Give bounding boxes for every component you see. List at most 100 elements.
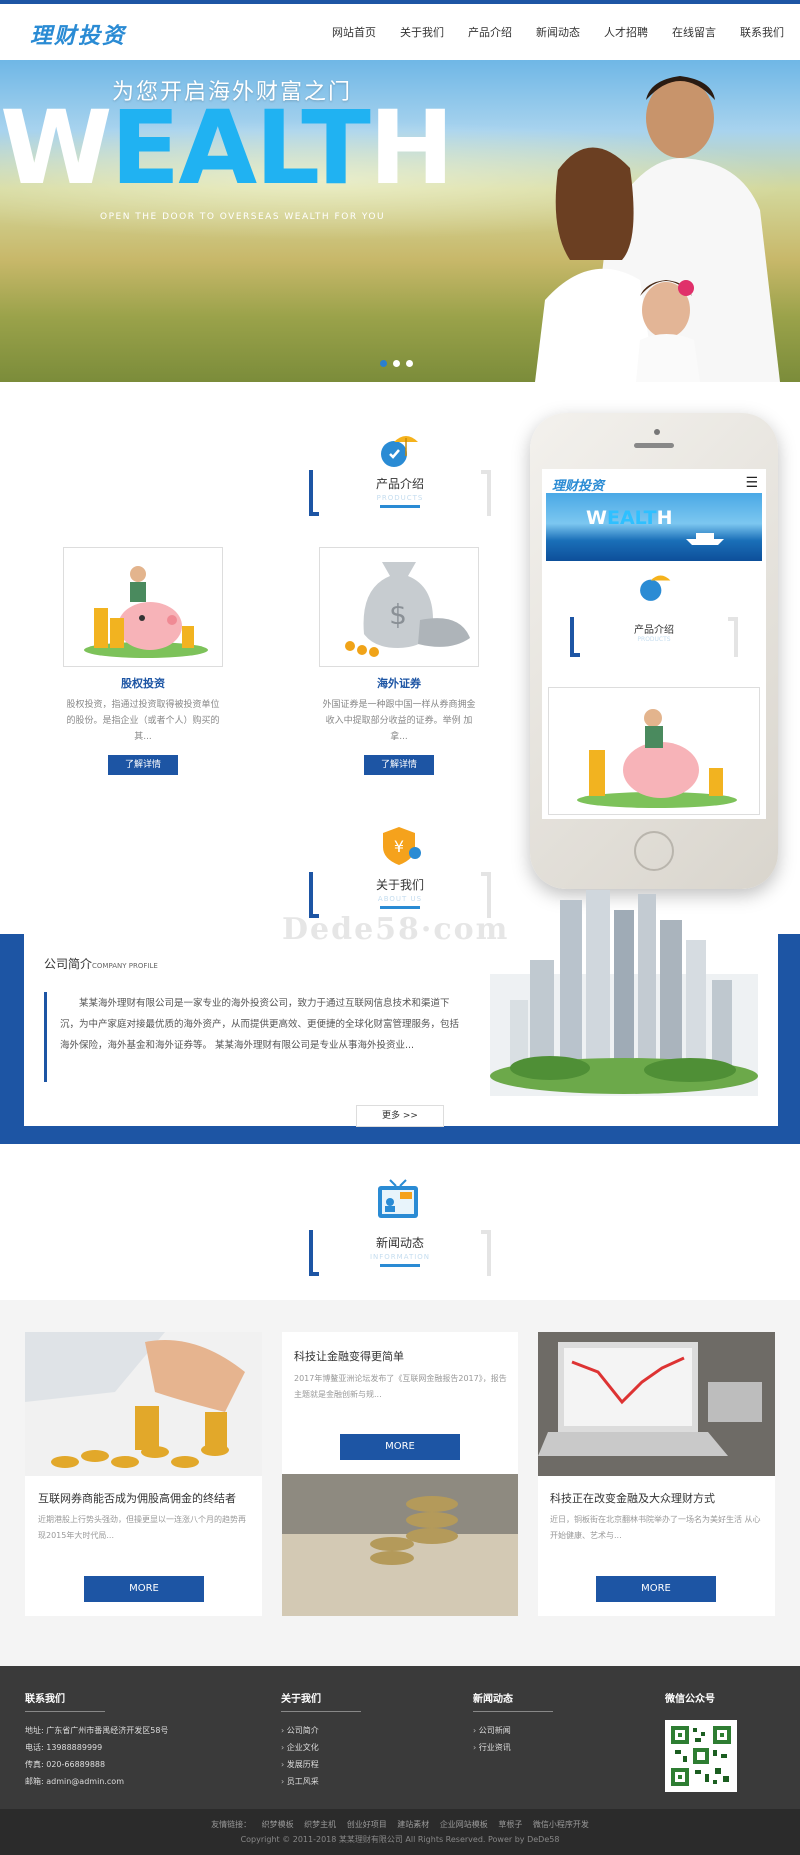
slider-dot[interactable] [380,360,387,367]
mobile-bracket-left [570,617,580,657]
learn-more-button[interactable]: 了解详情 [108,755,178,775]
mobile-section-title-text: 产品介绍 [634,625,674,636]
hero-letter-w: W [0,89,113,208]
about-heading-cn: 公司简介 [44,957,93,971]
phone-camera [654,429,660,435]
friend-link[interactable]: 织梦模板 [262,1820,294,1829]
phone-mockup: 理财投资 ☰ WEALTH 产品介绍 PRODUCTS [530,413,778,889]
footer-news-list: 公司新闻 行业资讯 [473,1722,553,1756]
site-logo[interactable]: 理财投资 [30,18,126,50]
nav-item-jobs[interactable]: 人才招聘 [604,24,648,40]
footer-news-title: 新闻动态 [473,1690,553,1712]
about-heading-en: COMPANY PROFILE [92,962,158,970]
friend-link[interactable]: 织梦主机 [304,1820,336,1829]
product-name[interactable]: 股权投资 [63,675,223,691]
news-tv-icon [378,1179,418,1218]
footer-link[interactable]: 发展历程 [281,1756,361,1773]
footer-wechat-title: 微信公众号 [665,1694,715,1705]
news-title: 新闻动态 [375,1236,424,1250]
yacht-illustration [686,533,724,545]
news-subtitle: INFORMATION [369,1253,431,1261]
hero-subtitle: OPEN THE DOOR TO OVERSEAS WEALTH FOR YOU [100,212,386,222]
contact-address: 地址: 广东省广州市番禺经济开发区58号 [25,1726,169,1735]
site-header: 理财投资 网站首页 关于我们 产品介绍 新闻动态 人才招聘 在线留言 联系我们 [0,4,800,60]
footer-link[interactable]: 企业文化 [281,1739,361,1756]
svg-text:¥: ¥ [394,837,404,856]
about-subtitle: ABOUT US [377,895,423,903]
nav-item-message[interactable]: 在线留言 [672,24,716,40]
product-card: $ 海外证券 外国证券是一种跟中国一样从券商拥金收入中提取部分收益的证券。举例 … [319,547,479,775]
friend-links: 友情链接： 织梦模板 织梦主机 创业好项目 建站素材 企业网站模板 草根子 微信… [0,1819,800,1830]
nav-item-news[interactable]: 新闻动态 [536,24,580,40]
news-image-coins-money[interactable] [282,1474,518,1616]
friend-link[interactable]: 草根子 [498,1820,522,1829]
friend-link[interactable]: 创业好项目 [347,1820,387,1829]
footer-contact-title: 联系我们 [25,1690,105,1712]
news-title-text[interactable]: 科技让金融变得更简单 [294,1348,509,1364]
product-image-piggy[interactable] [63,547,223,667]
footer-link[interactable]: 公司简介 [281,1722,361,1739]
news-image-laptop-chart[interactable] [538,1332,775,1476]
footer-contact-list: 地址: 广东省广州市番禺经济开发区58号 电话: 13988889999 传真:… [25,1722,168,1790]
footer-link[interactable]: 公司新闻 [473,1722,553,1739]
phone-home-button [634,831,674,871]
friend-link[interactable]: 建站素材 [397,1820,429,1829]
mobile-section-subtitle: PRODUCTS [637,636,671,643]
main-nav: 网站首页 关于我们 产品介绍 新闻动态 人才招聘 在线留言 联系我们 [308,24,784,40]
products-section-title: 产品介绍 PRODUCTS [310,475,490,508]
mobile-banner: WEALTH [546,493,762,561]
family-photo [535,76,780,382]
wechat-qr-code [665,1720,737,1792]
slider-dot[interactable] [393,360,400,367]
title-underline [380,505,420,508]
nav-item-home[interactable]: 网站首页 [332,24,376,40]
money-bag-illustration: $ [345,562,470,657]
news-desc: 近期港股上行势头强劲，但操更显以一连涨八个月的趋势再现2015年大时代局... [38,1515,246,1540]
footer-link[interactable]: 行业资讯 [473,1739,553,1756]
footer-link[interactable]: 员工风采 [281,1773,361,1790]
city-buildings-photo [490,890,758,1096]
learn-more-button[interactable]: 了解详情 [364,755,434,775]
friend-link[interactable]: 微信小程序开发 [533,1820,589,1829]
product-image-moneybag[interactable]: $ [319,547,479,667]
news-more-button[interactable]: MORE [340,1434,460,1460]
contact-email: 邮箱: admin@admin.com [25,1777,124,1786]
mobile-logo: 理财投资 [552,479,605,494]
footer-bottom-bar [0,1809,800,1855]
footer-contact: 联系我们 地址: 广东省广州市番禺经济开发区58号 电话: 1398888999… [25,1690,168,1790]
about-title: 关于我们 [375,878,424,892]
friend-link[interactable]: 企业网站模板 [440,1820,488,1829]
footer-news: 新闻动态 公司新闻 行业资讯 [473,1690,553,1756]
hero-letters-ealt: EALT [110,89,371,208]
watermark: Dede58·com [282,912,510,947]
product-card: 股权投资 股权投资，指通过投资取得被投资单位的股份。是指企业（或者个人）购买的其… [63,547,223,775]
products-title: 产品介绍 [375,477,424,491]
copyright: Copyright © 2011-2018 某某理财有限公司 All Right… [240,1835,560,1844]
about-text: 某某海外理财有限公司是一家专业的海外投资公司，致力于通过互联网信息技术和渠道下沉… [60,998,460,1051]
news-image-coins-hand[interactable] [25,1332,262,1476]
mobile-product-image [548,687,760,815]
about-section-title: 关于我们 ABOUT US [310,876,490,909]
nav-item-contact[interactable]: 联系我们 [740,24,784,40]
about-more-button[interactable]: 更多 >> [356,1105,444,1127]
news-more-button[interactable]: MORE [84,1576,204,1602]
slider-dots [380,360,413,367]
slider-dot[interactable] [406,360,413,367]
news-title-text[interactable]: 科技正在改变金融及大众理财方式 [550,1490,765,1506]
news-section-title: 新闻动态 INFORMATION [310,1234,490,1267]
news-title-text[interactable]: 互联网券商能否成为佣股高佣金的终结者 [38,1490,253,1506]
title-underline [380,1264,420,1267]
hero-wealth-word: WEALTH [0,98,454,200]
contact-fax: 传真: 020-66889888 [25,1760,106,1769]
nav-item-about[interactable]: 关于我们 [400,24,444,40]
page: 理财投资 网站首页 关于我们 产品介绍 新闻动态 人才招聘 在线留言 联系我们 … [0,0,800,1855]
yen-shield-icon: ¥ [383,827,421,865]
hero-banner[interactable]: 为您开启海外财富之门 WEALTH OPEN THE DOOR TO OVERS… [0,60,800,382]
news-more-button[interactable]: MORE [596,1576,716,1602]
phone-speaker [634,443,674,448]
nav-item-products[interactable]: 产品介绍 [468,24,512,40]
product-name[interactable]: 海外证券 [319,675,479,691]
mobile-bracket-right [728,617,738,657]
piggy-bank-illustration [577,709,737,808]
hamburger-icon: ☰ [745,475,758,491]
